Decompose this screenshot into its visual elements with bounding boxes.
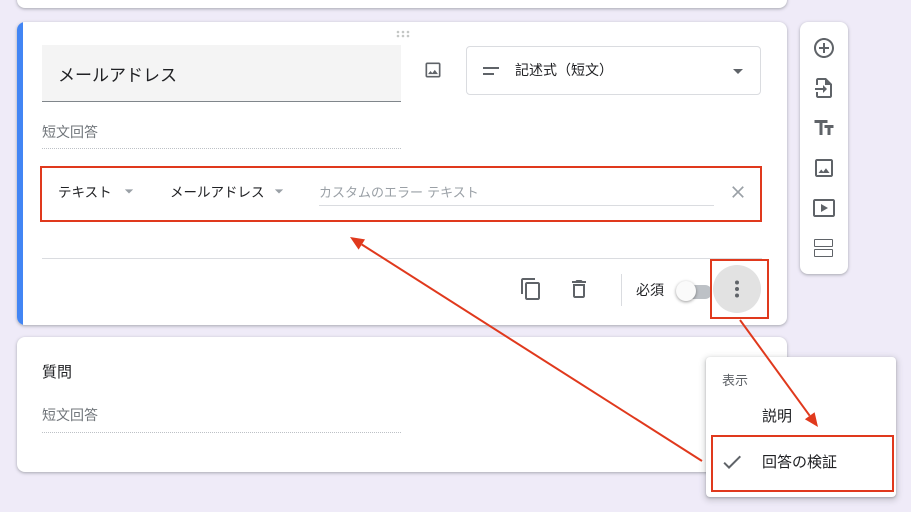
annotation-box-more-button <box>710 259 769 319</box>
menu-header: 表示 <box>722 374 749 389</box>
annotation-box-validation-row <box>40 166 762 222</box>
question-title-input[interactable] <box>58 61 388 85</box>
copy-icon[interactable] <box>519 277 543 301</box>
short-answer-placeholder: 短文回答 <box>42 125 98 141</box>
image-icon[interactable] <box>423 60 443 80</box>
drag-handle-icon[interactable] <box>396 30 410 38</box>
delete-icon[interactable] <box>567 277 591 301</box>
previous-card <box>17 0 787 8</box>
form-editor: 記述式（短文） 短文回答 テキスト メールアドレス <box>0 0 911 512</box>
add-circle-icon[interactable] <box>812 36 836 60</box>
title-icon[interactable] <box>812 116 836 140</box>
short-text-icon <box>483 67 499 75</box>
required-label: 必須 <box>636 283 664 299</box>
card-footer-divider <box>42 258 762 259</box>
import-icon[interactable] <box>812 76 836 100</box>
side-toolbar <box>800 22 848 274</box>
question-card[interactable]: 質問 短文回答 <box>17 337 787 472</box>
dropdown-arrow-icon <box>733 69 743 74</box>
answer-underline <box>42 148 401 149</box>
active-card-accent <box>17 22 23 325</box>
section-icon[interactable] <box>812 236 836 260</box>
menu-item-description[interactable]: 説明 <box>706 392 896 440</box>
video-icon[interactable] <box>812 196 836 220</box>
menu-item-label: 説明 <box>762 407 793 425</box>
required-toggle-thumb[interactable] <box>676 281 696 301</box>
answer-underline <box>42 432 401 433</box>
question-type-label: 記述式（短文） <box>515 63 613 79</box>
annotation-box-validation-menu-item <box>711 435 894 492</box>
image-icon[interactable] <box>812 156 836 180</box>
question-title[interactable]: 質問 <box>42 362 72 382</box>
footer-vertical-divider <box>621 274 622 306</box>
short-answer-placeholder: 短文回答 <box>42 408 98 424</box>
question-title-field[interactable] <box>42 45 401 102</box>
question-type-select[interactable]: 記述式（短文） <box>466 46 761 95</box>
